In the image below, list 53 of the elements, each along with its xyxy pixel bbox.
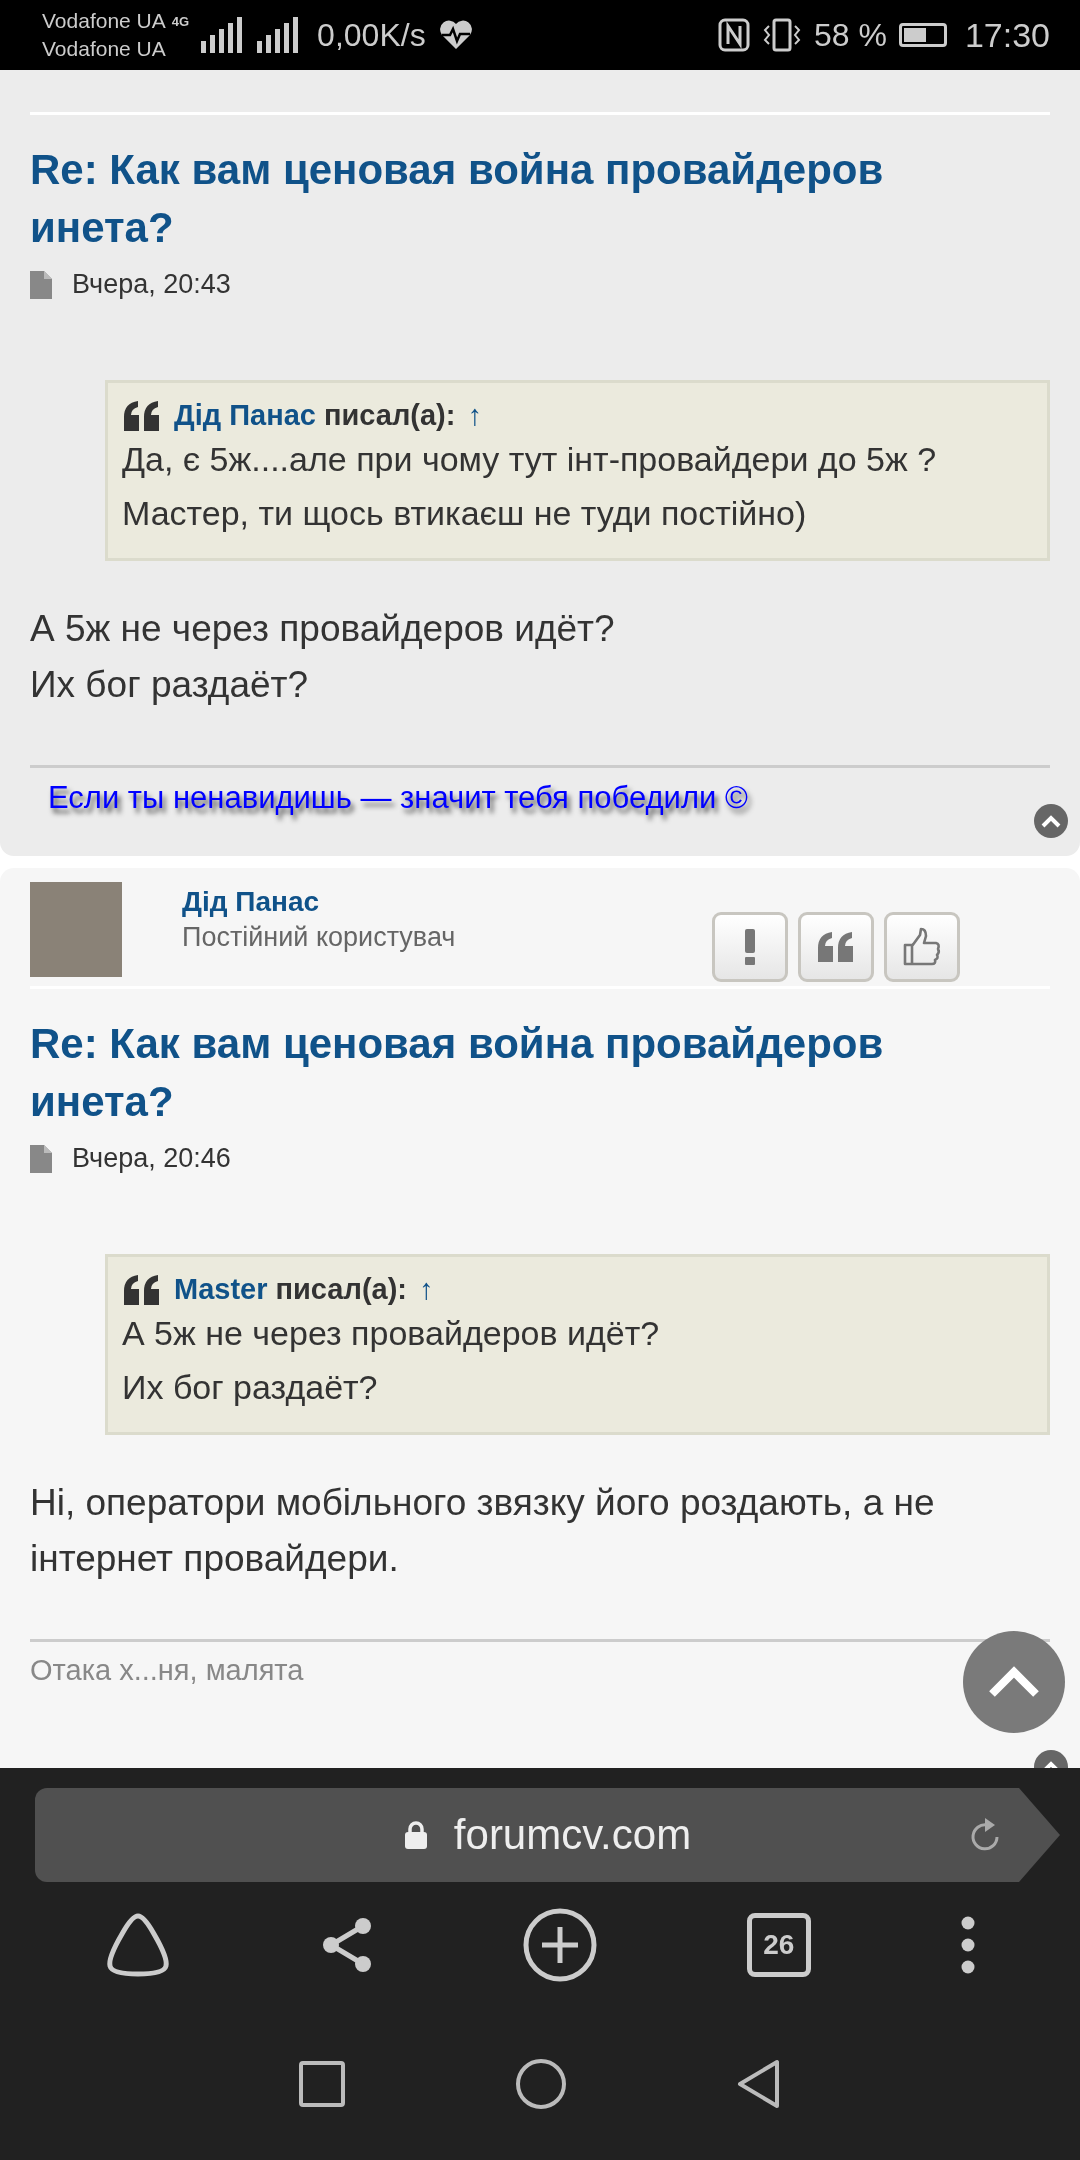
home-icon[interactable] (515, 2057, 567, 2110)
jump-to-post-link[interactable]: ↑ (467, 399, 482, 432)
quote-text: Их бог раздаёт? (122, 1367, 379, 1408)
network-type: 4G (171, 14, 190, 29)
author-name[interactable]: Дід Панас (182, 886, 456, 918)
post-text: Их бог раздаёт? (30, 663, 310, 707)
quoted-author-link[interactable]: Master (174, 1273, 268, 1306)
quote-text: А 5ж не через провайдеров идёт? (122, 1313, 661, 1354)
recent-apps-icon[interactable] (299, 2060, 345, 2107)
scroll-top-icon[interactable] (1034, 804, 1068, 838)
document-icon (30, 270, 52, 299)
new-tab-icon[interactable] (522, 1906, 598, 1983)
quote-button[interactable] (798, 912, 874, 982)
back-icon[interactable] (737, 2058, 781, 2109)
address-bar[interactable]: forumcv.com (35, 1788, 1060, 1882)
carrier-name: Vodafone UA (42, 8, 166, 34)
post-title[interactable]: Re: Как вам ценовая война провайдеров инета? (30, 141, 960, 257)
report-button[interactable] (712, 912, 788, 982)
quote-attribution: писал(а): (275, 1273, 407, 1306)
quote-text: Мастер, ти щось втикаєш не туди постійно) (122, 493, 808, 534)
quote-icon (122, 1274, 162, 1305)
clock-time: 17:30 (964, 15, 1050, 55)
lock-icon (403, 1820, 428, 1850)
signature-text: Если ты ненавидишь — значит тебя победили © (47, 780, 748, 816)
thumbs-up-icon (902, 927, 942, 967)
quote-attribution: писал(а): (323, 399, 456, 432)
nfc-icon (717, 18, 750, 52)
vibrate-icon (761, 18, 802, 52)
signature-text: Отака х...ня, малята (30, 1654, 304, 1687)
like-button[interactable] (884, 912, 960, 982)
chevron-up-icon (987, 1665, 1041, 1699)
tab-count-button[interactable]: 26 (746, 1912, 811, 1977)
carrier-name: Vodafone UA (42, 36, 166, 62)
url-text: forumcv.com (453, 1811, 692, 1859)
share-icon[interactable] (321, 1915, 374, 1974)
post-title[interactable]: Re: Как вам ценовая война провайдеров инета? (30, 1015, 960, 1131)
post-text: А 5ж не через провайдеров идёт? (30, 607, 616, 651)
exclamation-icon (744, 929, 756, 965)
quoted-author-link[interactable]: Дід Панас (174, 399, 316, 432)
network-speed: 0,00K/s (317, 16, 426, 54)
quote-icon (816, 932, 856, 962)
document-icon (30, 1144, 52, 1173)
battery-percent: 58 % (813, 16, 887, 54)
post-date: Вчера, 20:46 (72, 1143, 231, 1174)
quote-text: Да, є 5ж....але при чому тут інт-провайдери до 5ж ? (122, 439, 938, 480)
more-options-icon[interactable] (959, 1914, 976, 1975)
post-date: Вчера, 20:43 (72, 269, 231, 300)
battery-icon (898, 23, 947, 47)
quote-icon (122, 400, 162, 431)
heart-rate-icon (437, 19, 474, 51)
user-rank: Постійний користувач (182, 922, 456, 953)
post-text: Ні, оператори мобільного звязку його роздають, а не інтернет провайдери. (30, 1481, 936, 1581)
jump-to-post-link[interactable]: ↑ (419, 1273, 434, 1306)
